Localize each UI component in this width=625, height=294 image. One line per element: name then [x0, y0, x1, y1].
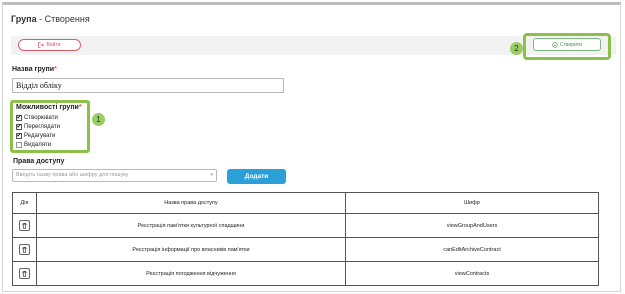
checkbox-view[interactable]: ✔ Переглядати	[16, 124, 60, 130]
right-name-cell: Реєстрація погодження відчуження	[36, 261, 346, 286]
required-mark: *	[54, 66, 57, 73]
capabilities-label: Можливості групи*	[16, 104, 82, 111]
table-row: Реєстрація погодження відчуження viewCon…	[12, 261, 599, 286]
group-name-input[interactable]	[12, 78, 284, 93]
checkbox-label: Переглядати	[24, 124, 60, 130]
step-marker-2: 2	[510, 42, 523, 55]
right-code-cell: viewGroupAndUsers	[345, 213, 599, 238]
access-rights-placeholder: Введіть назву права або шифру для пошуку	[16, 172, 129, 178]
page-title-main: Група	[11, 14, 37, 24]
column-header-action: Дія	[12, 192, 37, 214]
access-rights-search[interactable]: Введіть назву права або шифру для пошуку…	[12, 169, 217, 182]
column-header-code: Шифр	[345, 192, 599, 214]
exit-button[interactable]: Вийти	[18, 39, 81, 51]
group-name-label: Назва групи*	[12, 66, 57, 73]
capabilities-group: Можливості групи* ✔ Створювати ✔ Перегля…	[10, 100, 90, 153]
right-code-cell: canEditArchiveContract	[345, 237, 599, 262]
trash-icon	[22, 223, 27, 229]
access-rights-table: Дія Назва права доступу Шифр Реєстрація …	[12, 192, 599, 286]
checkbox-checked[interactable]: ✔	[16, 133, 22, 139]
page-title: Група - Створення	[11, 14, 90, 24]
capabilities-label-text: Можливості групи	[16, 104, 79, 111]
table-header-row: Дія Назва права доступу Шифр	[12, 192, 599, 214]
page-title-separator: -	[36, 14, 45, 24]
right-name-cell: Реєстрація пам'ятки культурної спадщини	[36, 213, 346, 238]
column-header-name: Назва права доступу	[36, 192, 346, 214]
add-right-button[interactable]: Додати	[227, 169, 286, 184]
checkbox-label: Редагувати	[24, 133, 56, 139]
table-row: Реєстрація інформації про власників пам'…	[12, 237, 599, 262]
page-title-sub: Створення	[44, 14, 90, 24]
right-name-cell: Реєстрація інформації про власників пам'…	[36, 237, 346, 262]
checkbox-delete[interactable]: Видаляти	[16, 142, 51, 148]
row-action-cell	[12, 261, 37, 286]
checkbox-unchecked[interactable]	[16, 142, 22, 148]
group-name-label-text: Назва групи	[12, 66, 55, 73]
checkbox-create[interactable]: ✔ Створювати	[16, 115, 58, 121]
row-action-cell	[12, 213, 37, 238]
chevron-down-icon[interactable]: ▾	[210, 172, 213, 178]
access-rights-label: Права доступу	[13, 158, 65, 165]
create-button-highlight	[523, 33, 611, 60]
form-window: Група - Створення Вийти Створити 2 Назва…	[2, 2, 621, 292]
checkbox-label: Створювати	[24, 115, 58, 121]
exit-button-label: Вийти	[46, 42, 61, 48]
checkbox-checked[interactable]: ✔	[16, 124, 22, 130]
checkbox-edit[interactable]: ✔ Редагувати	[16, 133, 55, 139]
step-marker-1: 1	[92, 113, 105, 126]
delete-row-button[interactable]	[19, 268, 30, 279]
delete-row-button[interactable]	[19, 220, 30, 231]
trash-icon	[22, 247, 27, 253]
right-code-cell: viewContracts	[345, 261, 599, 286]
checkbox-checked[interactable]: ✔	[16, 115, 22, 121]
table-row: Реєстрація пам'ятки культурної спадщини …	[12, 213, 599, 238]
delete-row-button[interactable]	[19, 244, 30, 255]
trash-icon	[22, 271, 27, 277]
row-action-cell	[12, 237, 37, 262]
logout-icon	[38, 42, 45, 48]
required-mark: *	[78, 104, 82, 111]
checkbox-label: Видаляти	[24, 142, 52, 148]
